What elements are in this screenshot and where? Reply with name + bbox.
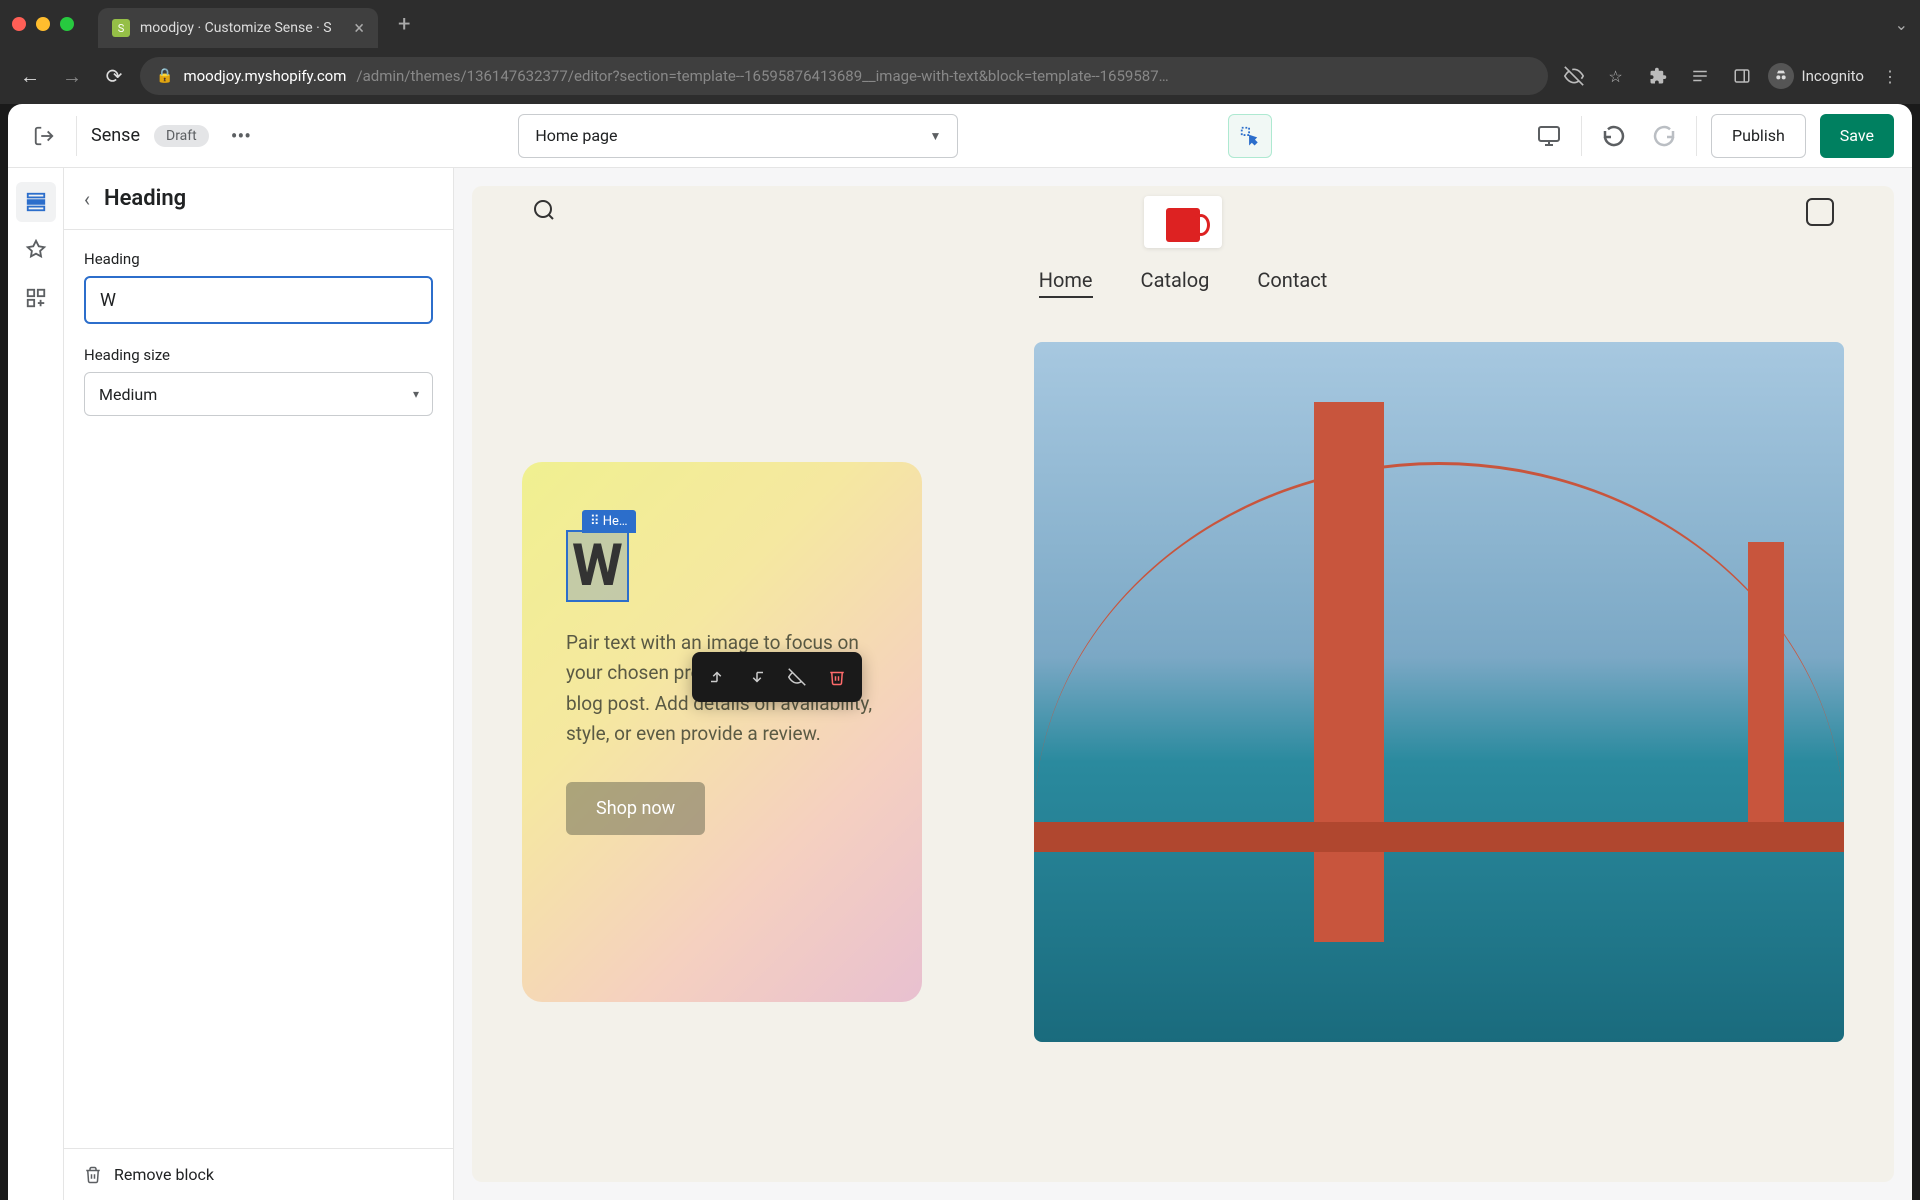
main-row: ‹ Heading Heading Heading size Medium ▾ — [8, 168, 1912, 1200]
left-rail — [8, 168, 64, 1200]
hero-text-card: He… W Pair text with an image to focus o… — [522, 462, 922, 1002]
divider — [76, 116, 77, 156]
preview-frame: Home Catalog Contact — [472, 186, 1894, 1182]
window-controls — [12, 17, 74, 31]
heading-size-label: Heading size — [84, 346, 433, 364]
incognito-icon — [1768, 63, 1794, 89]
apps-tab[interactable] — [16, 278, 56, 318]
heading-size-field: Heading size Medium ▾ — [84, 346, 433, 416]
page-selector[interactable]: Home page ▼ — [518, 114, 958, 158]
hide-block-button[interactable] — [778, 658, 816, 696]
divider — [1696, 116, 1697, 156]
shop-now-button[interactable]: Shop now — [566, 782, 705, 835]
undo-button[interactable] — [1596, 118, 1632, 154]
divider — [1581, 116, 1582, 156]
panel-icon[interactable] — [1726, 60, 1758, 92]
nav-catalog[interactable]: Catalog — [1141, 268, 1210, 298]
reload-button[interactable]: ⟳ — [98, 60, 130, 92]
forward-button[interactable]: → — [56, 60, 88, 92]
heading-field: Heading — [84, 250, 433, 324]
image-with-text-section: He… W Pair text with an image to focus o… — [522, 342, 1844, 1042]
heading-input[interactable] — [84, 276, 433, 324]
shopify-favicon-icon: S — [112, 19, 130, 37]
editor-topbar: Sense Draft ••• Home page ▼ Publish Save — [8, 104, 1912, 168]
sections-tab[interactable] — [16, 182, 56, 222]
reading-list-icon[interactable] — [1684, 60, 1716, 92]
draft-badge: Draft — [154, 125, 209, 147]
address-bar: ← → ⟳ 🔒 moodjoy.myshopify.com /admin/the… — [0, 48, 1920, 104]
move-down-button[interactable] — [738, 658, 776, 696]
app: Sense Draft ••• Home page ▼ Publish Save — [8, 104, 1912, 1200]
store-nav: Home Catalog Contact — [472, 268, 1894, 298]
delete-block-button[interactable] — [818, 658, 856, 696]
block-toolbar — [692, 652, 862, 702]
exit-editor-button[interactable] — [26, 118, 62, 154]
close-window-icon[interactable] — [12, 17, 26, 31]
maximize-window-icon[interactable] — [60, 17, 74, 31]
browser-tab[interactable]: S moodjoy · Customize Sense · S × — [98, 8, 378, 48]
browser-chrome: S moodjoy · Customize Sense · S × + ⌄ ← … — [0, 0, 1920, 104]
url-path: /admin/themes/136147632377/editor?sectio… — [356, 67, 1168, 85]
new-tab-button[interactable]: + — [398, 12, 410, 37]
block-label-badge[interactable]: He… — [582, 510, 636, 533]
store-logo[interactable] — [1144, 196, 1222, 248]
block-label-text: He… — [603, 514, 628, 529]
tabs-overflow-icon[interactable]: ⌄ — [1895, 15, 1908, 34]
nav-contact[interactable]: Contact — [1257, 268, 1327, 298]
caret-down-icon: ▼ — [929, 129, 941, 143]
inspector-toggle-button[interactable] — [1228, 114, 1272, 158]
sidebar-body: Heading Heading size Medium ▾ — [64, 230, 453, 1148]
minimize-window-icon[interactable] — [36, 17, 50, 31]
desktop-view-button[interactable] — [1531, 118, 1567, 154]
heading-size-select[interactable]: Medium — [84, 372, 433, 416]
trash-icon — [84, 1166, 102, 1184]
settings-sidebar: ‹ Heading Heading Heading size Medium ▾ — [64, 168, 454, 1200]
more-actions-button[interactable]: ••• — [223, 124, 259, 148]
publish-button[interactable]: Publish — [1711, 114, 1806, 158]
incognito-label: Incognito — [1802, 67, 1864, 85]
back-button[interactable]: ← — [14, 60, 46, 92]
theme-settings-tab[interactable] — [16, 230, 56, 270]
preview-pane: Home Catalog Contact — [454, 168, 1912, 1200]
extensions-icon[interactable] — [1642, 60, 1674, 92]
theme-name: Sense — [91, 125, 140, 146]
eye-off-icon[interactable] — [1558, 60, 1590, 92]
url-domain: moodjoy.myshopify.com — [183, 67, 346, 85]
tab-title: moodjoy · Customize Sense · S — [140, 20, 332, 36]
mug-icon — [1166, 208, 1200, 242]
cart-icon[interactable] — [1806, 198, 1834, 226]
search-icon[interactable] — [532, 198, 556, 222]
bridge-illustration — [1034, 342, 1844, 1042]
move-up-button[interactable] — [698, 658, 736, 696]
tab-bar: S moodjoy · Customize Sense · S × + ⌄ — [0, 0, 1920, 48]
url-input[interactable]: 🔒 moodjoy.myshopify.com /admin/themes/13… — [140, 57, 1548, 95]
incognito-badge[interactable]: Incognito — [1768, 63, 1864, 89]
remove-block-button[interactable]: Remove block — [64, 1148, 453, 1200]
browser-menu-icon[interactable]: ⋮ — [1874, 60, 1906, 92]
close-tab-icon[interactable]: × — [354, 18, 364, 39]
page-selector-value: Home page — [535, 126, 617, 145]
heading-label: Heading — [84, 250, 433, 268]
heading-block[interactable]: W — [566, 530, 629, 602]
sidebar-header: ‹ Heading — [64, 168, 453, 230]
sidebar-title: Heading — [104, 186, 186, 211]
star-icon[interactable]: ☆ — [1600, 60, 1632, 92]
topbar-right: Publish Save — [1531, 114, 1894, 158]
lock-icon: 🔒 — [156, 68, 173, 84]
back-button[interactable]: ‹ — [84, 187, 90, 211]
save-button[interactable]: Save — [1820, 114, 1894, 158]
redo-button[interactable] — [1646, 118, 1682, 154]
nav-home[interactable]: Home — [1039, 268, 1093, 298]
remove-block-label: Remove block — [114, 1165, 214, 1184]
store-header — [472, 186, 1894, 248]
hero-image[interactable] — [1034, 342, 1844, 1042]
